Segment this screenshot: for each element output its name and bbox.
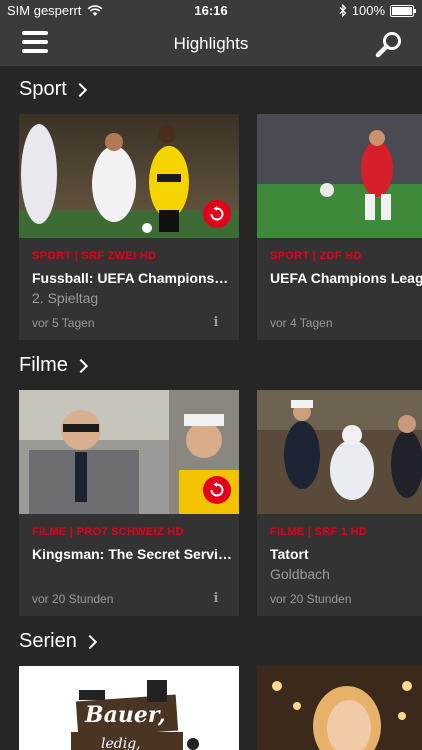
- replay-icon: [210, 482, 224, 497]
- section-header-serien[interactable]: Serien: [19, 630, 97, 653]
- thumbnail-image: [257, 666, 422, 750]
- search-icon[interactable]: [374, 30, 404, 60]
- card-subtitle: 2. Spieltag: [32, 290, 99, 306]
- status-right: 100%: [339, 3, 416, 18]
- replay-button[interactable]: [203, 476, 231, 504]
- thumbnail-image: [19, 390, 239, 514]
- thumbnail-image: [257, 114, 422, 238]
- page-title: Highlights: [173, 34, 249, 53]
- bluetooth-icon: [339, 4, 347, 17]
- status-bar: SIM gesperrt 16:16 100%: [0, 0, 422, 22]
- thumbnail-image: Bauer, ledig,: [19, 666, 239, 750]
- card-title: Tatort: [270, 546, 309, 562]
- card-time: vor 20 Stunden: [270, 592, 352, 606]
- channel-label: SPORT | ZDF HD: [270, 250, 362, 262]
- teaser-card[interactable]: SPORT | SRF ZWEI HD Fussball: UEFA Champ…: [19, 114, 239, 340]
- replay-icon: [210, 206, 224, 221]
- info-icon[interactable]: i: [213, 591, 219, 606]
- section-title: Serien: [19, 630, 77, 652]
- battery-fill: [392, 6, 412, 15]
- teaser-card[interactable]: SPORT | ZDF HD UEFA Champions League vor…: [257, 114, 422, 340]
- nav-bar: Highlights: [0, 22, 422, 66]
- card-title: Kingsman: The Secret Service: [32, 546, 232, 562]
- replay-button[interactable]: [203, 200, 231, 228]
- battery-icon: [390, 4, 416, 17]
- section-header-sport[interactable]: Sport: [19, 78, 87, 101]
- section-title: Sport: [19, 78, 67, 100]
- card-time: vor 20 Stunden: [32, 592, 114, 606]
- teaser-card[interactable]: FILME | SRF 1 HD Tatort Goldbach vor 20 …: [257, 390, 422, 616]
- thumbnail-text: ledig,: [101, 736, 141, 750]
- card-time: vor 4 Tagen: [270, 316, 333, 330]
- card-title: Fussball: UEFA Champions League: [32, 270, 232, 286]
- thumbnail-image: [19, 114, 239, 238]
- channel-label: FILME | SRF 1 HD: [270, 526, 368, 538]
- teaser-card[interactable]: Bauer, ledig,: [19, 666, 239, 750]
- card-subtitle: Goldbach: [270, 566, 330, 582]
- teaser-card[interactable]: FILME | PRO7 SCHWEIZ HD Kingsman: The Se…: [19, 390, 239, 616]
- chevron-right-icon: [82, 634, 97, 649]
- teaser-card[interactable]: [257, 666, 422, 750]
- thumbnail-image: [257, 390, 422, 514]
- chevron-right-icon: [72, 82, 87, 97]
- battery-percent: 100%: [351, 3, 385, 18]
- chevron-right-icon: [73, 358, 88, 373]
- card-title: UEFA Champions League: [270, 270, 422, 286]
- thumbnail-text: Bauer,: [85, 702, 166, 728]
- section-title: Filme: [19, 354, 68, 376]
- section-header-filme[interactable]: Filme: [19, 354, 88, 377]
- card-time: vor 5 Tagen: [32, 316, 95, 330]
- channel-label: SPORT | SRF ZWEI HD: [32, 250, 157, 262]
- info-icon[interactable]: i: [213, 315, 219, 330]
- channel-label: FILME | PRO7 SCHWEIZ HD: [32, 526, 184, 538]
